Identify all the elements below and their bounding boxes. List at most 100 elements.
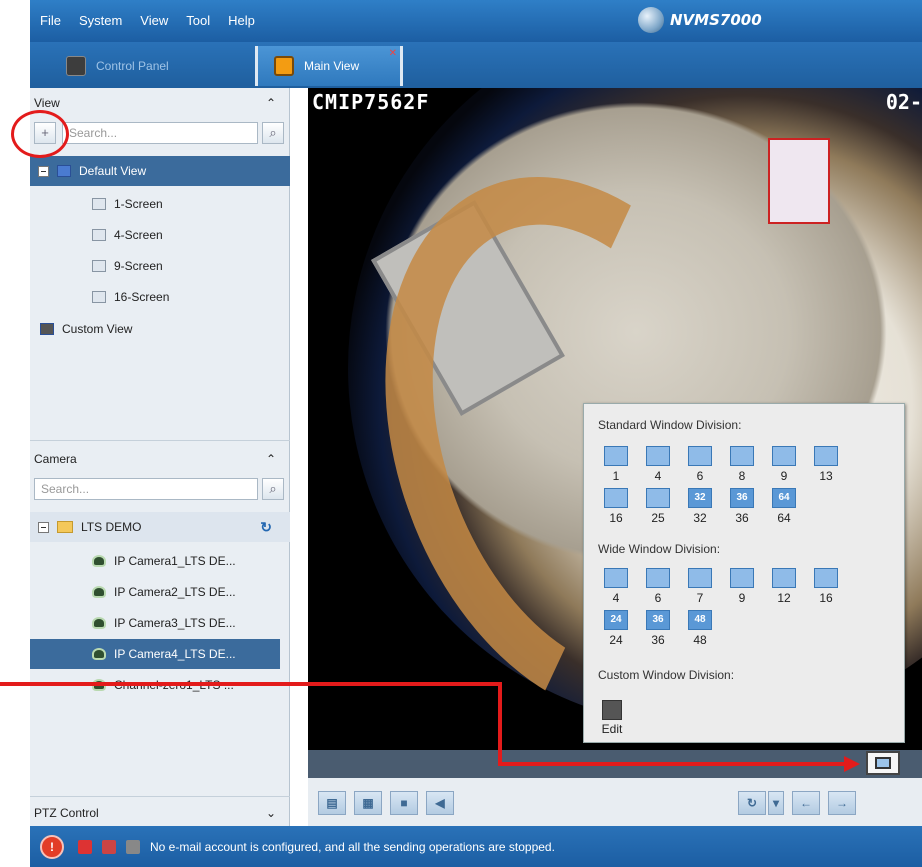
division-icon: 24 — [604, 610, 628, 630]
wide-division-16[interactable]: 16 — [806, 568, 846, 605]
alarm-icon[interactable]: ! — [40, 834, 64, 859]
ptz-section-header[interactable]: PTZ Control ⌄ — [30, 800, 290, 826]
division-icon: 36 — [730, 488, 754, 508]
menu-help[interactable]: Help — [228, 13, 255, 28]
save-view-button[interactable]: ▤ — [318, 791, 346, 815]
division-icon: 32 — [688, 488, 712, 508]
division-6[interactable]: 6 — [680, 446, 720, 483]
osd-timestamp: 02- — [885, 90, 922, 114]
annotation-arrow-line — [498, 762, 846, 766]
title-bar: File System View Tool Help NVMS7000 — [30, 0, 922, 42]
menu-bar: File System View Tool Help — [40, 13, 255, 28]
camera-item[interactable]: IP Camera3_LTS DE... — [30, 608, 290, 638]
division-8[interactable]: 8 — [722, 446, 762, 483]
wide-division-9[interactable]: 9 — [722, 568, 762, 605]
ptz-section-title: PTZ Control — [34, 806, 99, 820]
camera-icon — [92, 648, 106, 660]
layout-toggle-button[interactable]: ▦ — [354, 791, 382, 815]
close-tab-icon[interactable]: ✕ — [389, 48, 397, 59]
collapse-icon[interactable]: ⌃ — [266, 452, 276, 466]
refresh-icon[interactable]: ↻ — [260, 519, 272, 536]
custom-view-icon — [40, 323, 54, 335]
division-label: 13 — [819, 469, 833, 483]
camera-search-input[interactable]: Search... — [34, 478, 258, 500]
division-label: 16 — [609, 511, 623, 525]
tree-item-1-screen[interactable]: 1-Screen — [30, 189, 290, 219]
wide-division-12[interactable]: 12 — [764, 568, 804, 605]
wide-division-24[interactable]: 24 24 — [596, 610, 636, 647]
search-icon[interactable]: ⌕ — [262, 122, 284, 144]
alarm-output-icon[interactable] — [78, 839, 92, 854]
tree-item-label: 4-Screen — [114, 228, 163, 242]
window-division-button[interactable] — [866, 751, 900, 775]
view-section-header[interactable]: View ⌃ — [30, 90, 290, 116]
tree-item-9-screen[interactable]: 9-Screen — [30, 251, 290, 281]
edit-custom-division-button[interactable]: Edit — [598, 700, 626, 736]
division-9[interactable]: 9 — [764, 446, 804, 483]
refresh-dropdown-icon[interactable]: ▾ — [768, 791, 784, 815]
status-bar: ! No e-mail account is configured, and a… — [30, 826, 922, 867]
division-25[interactable]: 25 — [638, 488, 678, 525]
stop-all-button[interactable]: ■ — [390, 791, 418, 815]
collapse-icon[interactable]: ⌃ — [266, 96, 276, 110]
wide-division-6[interactable]: 6 — [638, 568, 678, 605]
division-icon — [646, 568, 670, 588]
tree-item-4-screen[interactable]: 4-Screen — [30, 220, 290, 250]
tab-main-view[interactable]: Main View ✕ — [255, 46, 403, 86]
email-icon[interactable] — [102, 839, 116, 854]
poster-decoration — [768, 138, 830, 224]
camera-item-selected[interactable]: IP Camera4_LTS DE... — [30, 639, 280, 669]
collapse-toggle-icon[interactable] — [38, 165, 49, 177]
wide-division-7[interactable]: 7 — [680, 568, 720, 605]
camera-item[interactable]: IP Camera2_LTS DE... — [30, 577, 290, 607]
menu-file[interactable]: File — [40, 13, 61, 28]
search-icon[interactable]: ⌕ — [262, 478, 284, 500]
division-icon — [814, 446, 838, 466]
division-label: 9 — [738, 591, 746, 605]
audio-button[interactable]: ◀ — [426, 791, 454, 815]
folder-icon — [57, 521, 73, 533]
division-icon — [730, 446, 754, 466]
tab-label: Control Panel — [96, 59, 169, 73]
division-label: 36 — [651, 633, 665, 647]
division-label: 12 — [777, 591, 791, 605]
division-4[interactable]: 4 — [638, 446, 678, 483]
menu-system[interactable]: System — [79, 13, 122, 28]
refresh-button[interactable]: ↻ — [738, 791, 766, 815]
division-1[interactable]: 1 — [596, 446, 636, 483]
camera-item[interactable]: IP Camera1_LTS DE... — [30, 546, 290, 576]
expand-icon[interactable]: ⌄ — [266, 806, 276, 820]
previous-page-button[interactable]: ← — [792, 791, 820, 815]
next-page-button[interactable]: → — [828, 791, 856, 815]
camera-label: IP Camera3_LTS DE... — [114, 616, 236, 630]
screen-layout-icon — [92, 291, 106, 303]
camera-section-title: Camera — [34, 452, 77, 466]
division-label: 16 — [819, 591, 833, 605]
division-16[interactable]: 16 — [596, 488, 636, 525]
wide-division-48[interactable]: 48 48 — [680, 610, 720, 647]
tree-item-default-view[interactable]: Default View — [30, 156, 290, 186]
sound-icon[interactable] — [126, 839, 140, 854]
tree-item-custom-view[interactable]: Custom View — [30, 314, 290, 344]
division-64[interactable]: 64 64 — [764, 488, 804, 525]
division-36[interactable]: 36 36 — [722, 488, 762, 525]
camera-icon — [92, 586, 106, 598]
camera-section-header[interactable]: Camera ⌃ — [30, 446, 290, 472]
window-division-popup: Standard Window Division: 1 4 6 8 9 13 1… — [583, 403, 905, 743]
wide-division-title: Wide Window Division: — [598, 542, 721, 556]
division-icon — [688, 446, 712, 466]
tree-group-lts-demo[interactable]: LTS DEMO ↻ — [30, 512, 290, 542]
menu-view[interactable]: View — [140, 13, 168, 28]
screen-layout-icon — [92, 260, 106, 272]
wide-division-36[interactable]: 36 36 — [638, 610, 678, 647]
menu-tool[interactable]: Tool — [186, 13, 210, 28]
wide-division-4[interactable]: 4 — [596, 568, 636, 605]
collapse-toggle-icon[interactable] — [38, 521, 49, 533]
view-section-title: View — [34, 96, 60, 110]
tab-control-panel[interactable]: Control Panel — [50, 46, 246, 86]
tree-item-16-screen[interactable]: 16-Screen — [30, 282, 290, 312]
division-icon — [646, 446, 670, 466]
division-13[interactable]: 13 — [806, 446, 846, 483]
view-search-input[interactable]: Search... — [62, 122, 258, 144]
division-32[interactable]: 32 32 — [680, 488, 720, 525]
